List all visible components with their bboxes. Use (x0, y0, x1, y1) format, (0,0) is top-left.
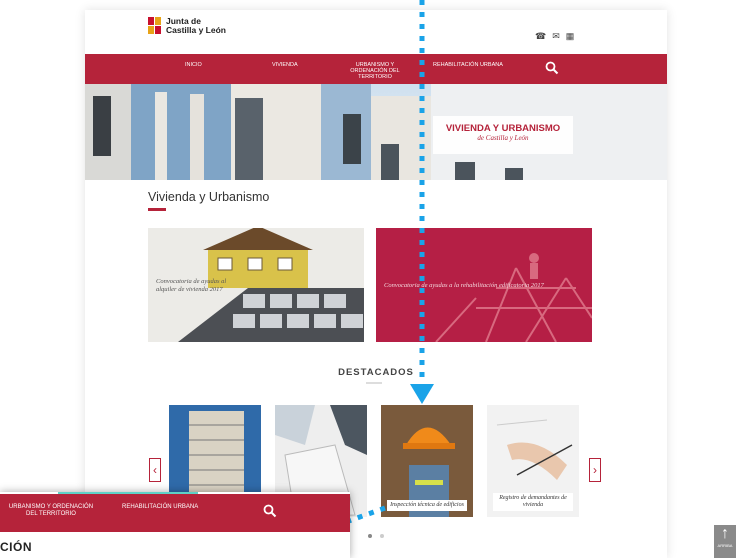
zoom-nav-urbanismo[interactable]: URBANISMO Y ORDENACIÓN DEL TERRITORIO (6, 504, 96, 518)
annotation-overlay (244, 0, 434, 558)
zoom-nav-bar: URBANISMO Y ORDENACIÓN DEL TERRITORIO RE… (0, 494, 350, 532)
arrow-head-icon (410, 384, 434, 404)
zoom-search-icon[interactable] (263, 504, 277, 518)
back-to-top-button[interactable]: ↑ ARRIBA (714, 525, 736, 558)
zoom-nav-rehabilitacion[interactable]: REHABILITACIÓN URBANA (122, 504, 198, 511)
back-to-top-label: ARRIBA (717, 543, 733, 548)
screenshot-canvas: Junta de Castilla y León ☎ ✉ ▦ INICIO VI… (0, 0, 736, 558)
arrow-up-icon: ↑ (721, 525, 729, 542)
zoom-heading: CIÓN (0, 540, 32, 554)
zoomed-nav-panel: URBANISMO Y ORDENACIÓN DEL TERRITORIO RE… (0, 492, 350, 558)
